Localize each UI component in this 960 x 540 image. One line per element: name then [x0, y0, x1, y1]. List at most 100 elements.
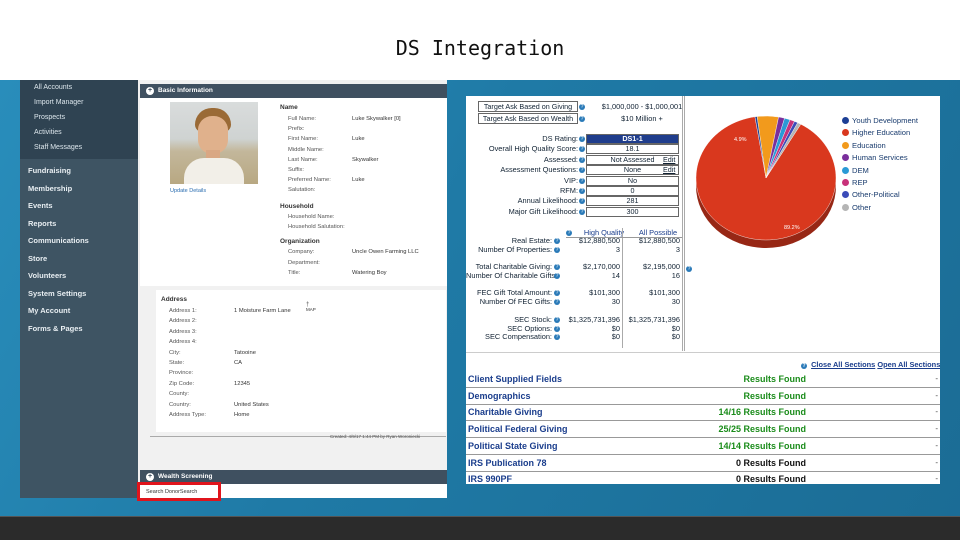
field-label: County: — [169, 391, 189, 398]
field-label: Salutation: — [288, 187, 316, 194]
sidebar-sub-item[interactable]: Import Manager — [20, 96, 138, 111]
result-name[interactable]: Demographics — [468, 391, 531, 401]
result-value: 25/25 Results Found — [718, 424, 806, 435]
open-all-link[interactable]: Open All Sections — [877, 360, 940, 369]
expand-icon[interactable]: - — [935, 374, 938, 383]
expand-icon[interactable]: - — [935, 474, 938, 483]
legend-item: Other — [842, 202, 871, 212]
result-row[interactable]: IRS 990PF 0 Results Found - — [466, 471, 940, 484]
field-label: Zip Code: — [169, 380, 195, 387]
result-row[interactable]: Demographics Results Found - — [466, 388, 940, 405]
result-name[interactable]: Charitable Giving — [468, 407, 543, 417]
slide-footer-bar — [0, 516, 960, 540]
legend-item: DEM — [842, 165, 869, 175]
field-label: Suffix: — [288, 167, 305, 173]
result-row[interactable]: IRS Publication 78 0 Results Found - — [466, 455, 940, 472]
section-title: Organization — [280, 238, 320, 245]
help-icon[interactable]: ? — [801, 363, 807, 369]
field-value: CA — [234, 360, 243, 366]
field-label: Last Name: — [288, 156, 318, 163]
field-label: Address Type: — [169, 412, 206, 418]
result-value: Results Found — [743, 374, 807, 384]
field-label: Country: — [169, 401, 191, 408]
field-value: Home — [234, 412, 250, 418]
result-name[interactable]: Political Federal Giving — [468, 424, 568, 434]
basic-info-header[interactable]: + Basic Information — [140, 84, 447, 98]
sidebar: All Accounts Import Manager Prospects Activ… — [20, 80, 138, 498]
field-label: Address 1: — [169, 308, 197, 314]
result-row[interactable]: Client Supplied Fields Results Found - — [466, 371, 940, 388]
field-label: Preferred Name: — [288, 177, 331, 184]
sidebar-nav-item[interactable]: Fundraising — [20, 162, 138, 180]
sidebar-nav: Fundraising Membership Events Reports Commun… — [20, 159, 138, 337]
field-value: Luke Skywalker [0] — [352, 116, 401, 122]
sidebar-sub-item[interactable]: Staff Messages — [20, 141, 138, 156]
expand-icon[interactable]: - — [935, 391, 938, 400]
expand-icon[interactable]: - — [935, 441, 938, 450]
created-text: Created: 4/9/17 1:44 PM by Ryan Woroniec… — [330, 434, 421, 439]
avatar — [170, 102, 258, 184]
field-label: Province: — [169, 370, 194, 377]
legend-item: REP — [842, 178, 868, 187]
section-title: Name — [280, 104, 298, 111]
field-label: Full Name: — [288, 116, 317, 122]
field-label: Address 2: — [169, 318, 197, 325]
pie-data-label: 89.2% — [784, 225, 800, 231]
result-row[interactable]: Political State Giving 14/14 Results Foun… — [466, 438, 940, 455]
field-value: Watering Boy — [352, 270, 387, 276]
legend-item: Education — [842, 140, 886, 150]
sidebar-nav-item[interactable]: System Settings — [20, 285, 138, 303]
expand-icon[interactable]: - — [935, 407, 938, 416]
legend-swatch — [842, 141, 849, 149]
field-label: Prefix: — [288, 126, 305, 133]
legend-label: DEM — [852, 165, 869, 175]
donorsearch-screenshot: Target Ask Based on Giving ? $1,000,000 … — [466, 96, 940, 484]
sidebar-sub-item[interactable]: Prospects — [20, 111, 138, 126]
field-value: Uncle Owen Farming LLC — [352, 249, 419, 255]
expand-icon: + — [146, 473, 154, 481]
legend-item: Youth Development — [842, 116, 918, 125]
legend-label: Education — [852, 140, 886, 150]
field-value: United States — [234, 401, 269, 408]
sidebar-sub-item[interactable]: All Accounts — [20, 81, 138, 96]
sidebar-nav-item[interactable]: Communications — [20, 232, 138, 250]
field-value: Tatooine — [234, 349, 256, 356]
panel-header-label: Basic Information — [158, 87, 213, 94]
result-name[interactable]: IRS Publication 78 — [468, 458, 547, 468]
pie-data-label: 4.9% — [734, 137, 747, 143]
section-toggle-links: ? Close All Sections Open All Sections — [801, 360, 940, 369]
section-title: Household — [280, 203, 314, 210]
field-value: Luke — [352, 136, 365, 143]
legend-swatch — [842, 203, 849, 211]
sidebar-nav-item[interactable]: Membership — [20, 180, 138, 198]
legend-item: Other-Political — [842, 190, 900, 199]
close-all-link[interactable]: Close All Sections — [811, 360, 875, 369]
sidebar-nav-item[interactable]: My Account — [20, 302, 138, 320]
legend-label: Other — [852, 202, 871, 212]
sidebar-nav-item[interactable]: Volunteers — [20, 267, 138, 285]
field-label: Address 4: — [169, 339, 197, 346]
result-row[interactable]: Political Federal Giving 25/25 Results Fo… — [466, 421, 940, 438]
expand-icon[interactable]: - — [935, 424, 938, 433]
sidebar-nav-item[interactable]: Reports — [20, 215, 138, 233]
sidebar-sub-item[interactable]: Activities — [20, 126, 138, 141]
result-row[interactable]: Charitable Giving 14/16 Results Found - — [466, 404, 940, 421]
result-name[interactable]: IRS 990PF — [468, 474, 512, 484]
field-label: Household Salutation: — [288, 224, 345, 231]
field-label: Department: — [288, 259, 320, 266]
sidebar-nav-item[interactable]: Events — [20, 197, 138, 215]
legend-label: Youth Development — [852, 116, 918, 125]
sidebar-nav-item[interactable]: Store — [20, 250, 138, 268]
result-value: Results Found — [743, 390, 807, 401]
field-label: Middle Name: — [288, 146, 324, 153]
sidebar-nav-item[interactable]: Forms & Pages — [20, 320, 138, 338]
result-value: 14/16 Results Found — [718, 407, 806, 418]
slide-title: DS Integration — [395, 36, 565, 60]
result-name[interactable]: Client Supplied Fields — [468, 374, 562, 384]
map-pin-icon: † — [306, 302, 310, 308]
field-label: Company: — [288, 249, 315, 255]
result-name[interactable]: Political State Giving — [468, 441, 558, 451]
update-details-link[interactable]: Update Details — [170, 188, 206, 194]
field-label: Household Name: — [288, 214, 335, 220]
expand-icon[interactable]: - — [935, 458, 938, 467]
